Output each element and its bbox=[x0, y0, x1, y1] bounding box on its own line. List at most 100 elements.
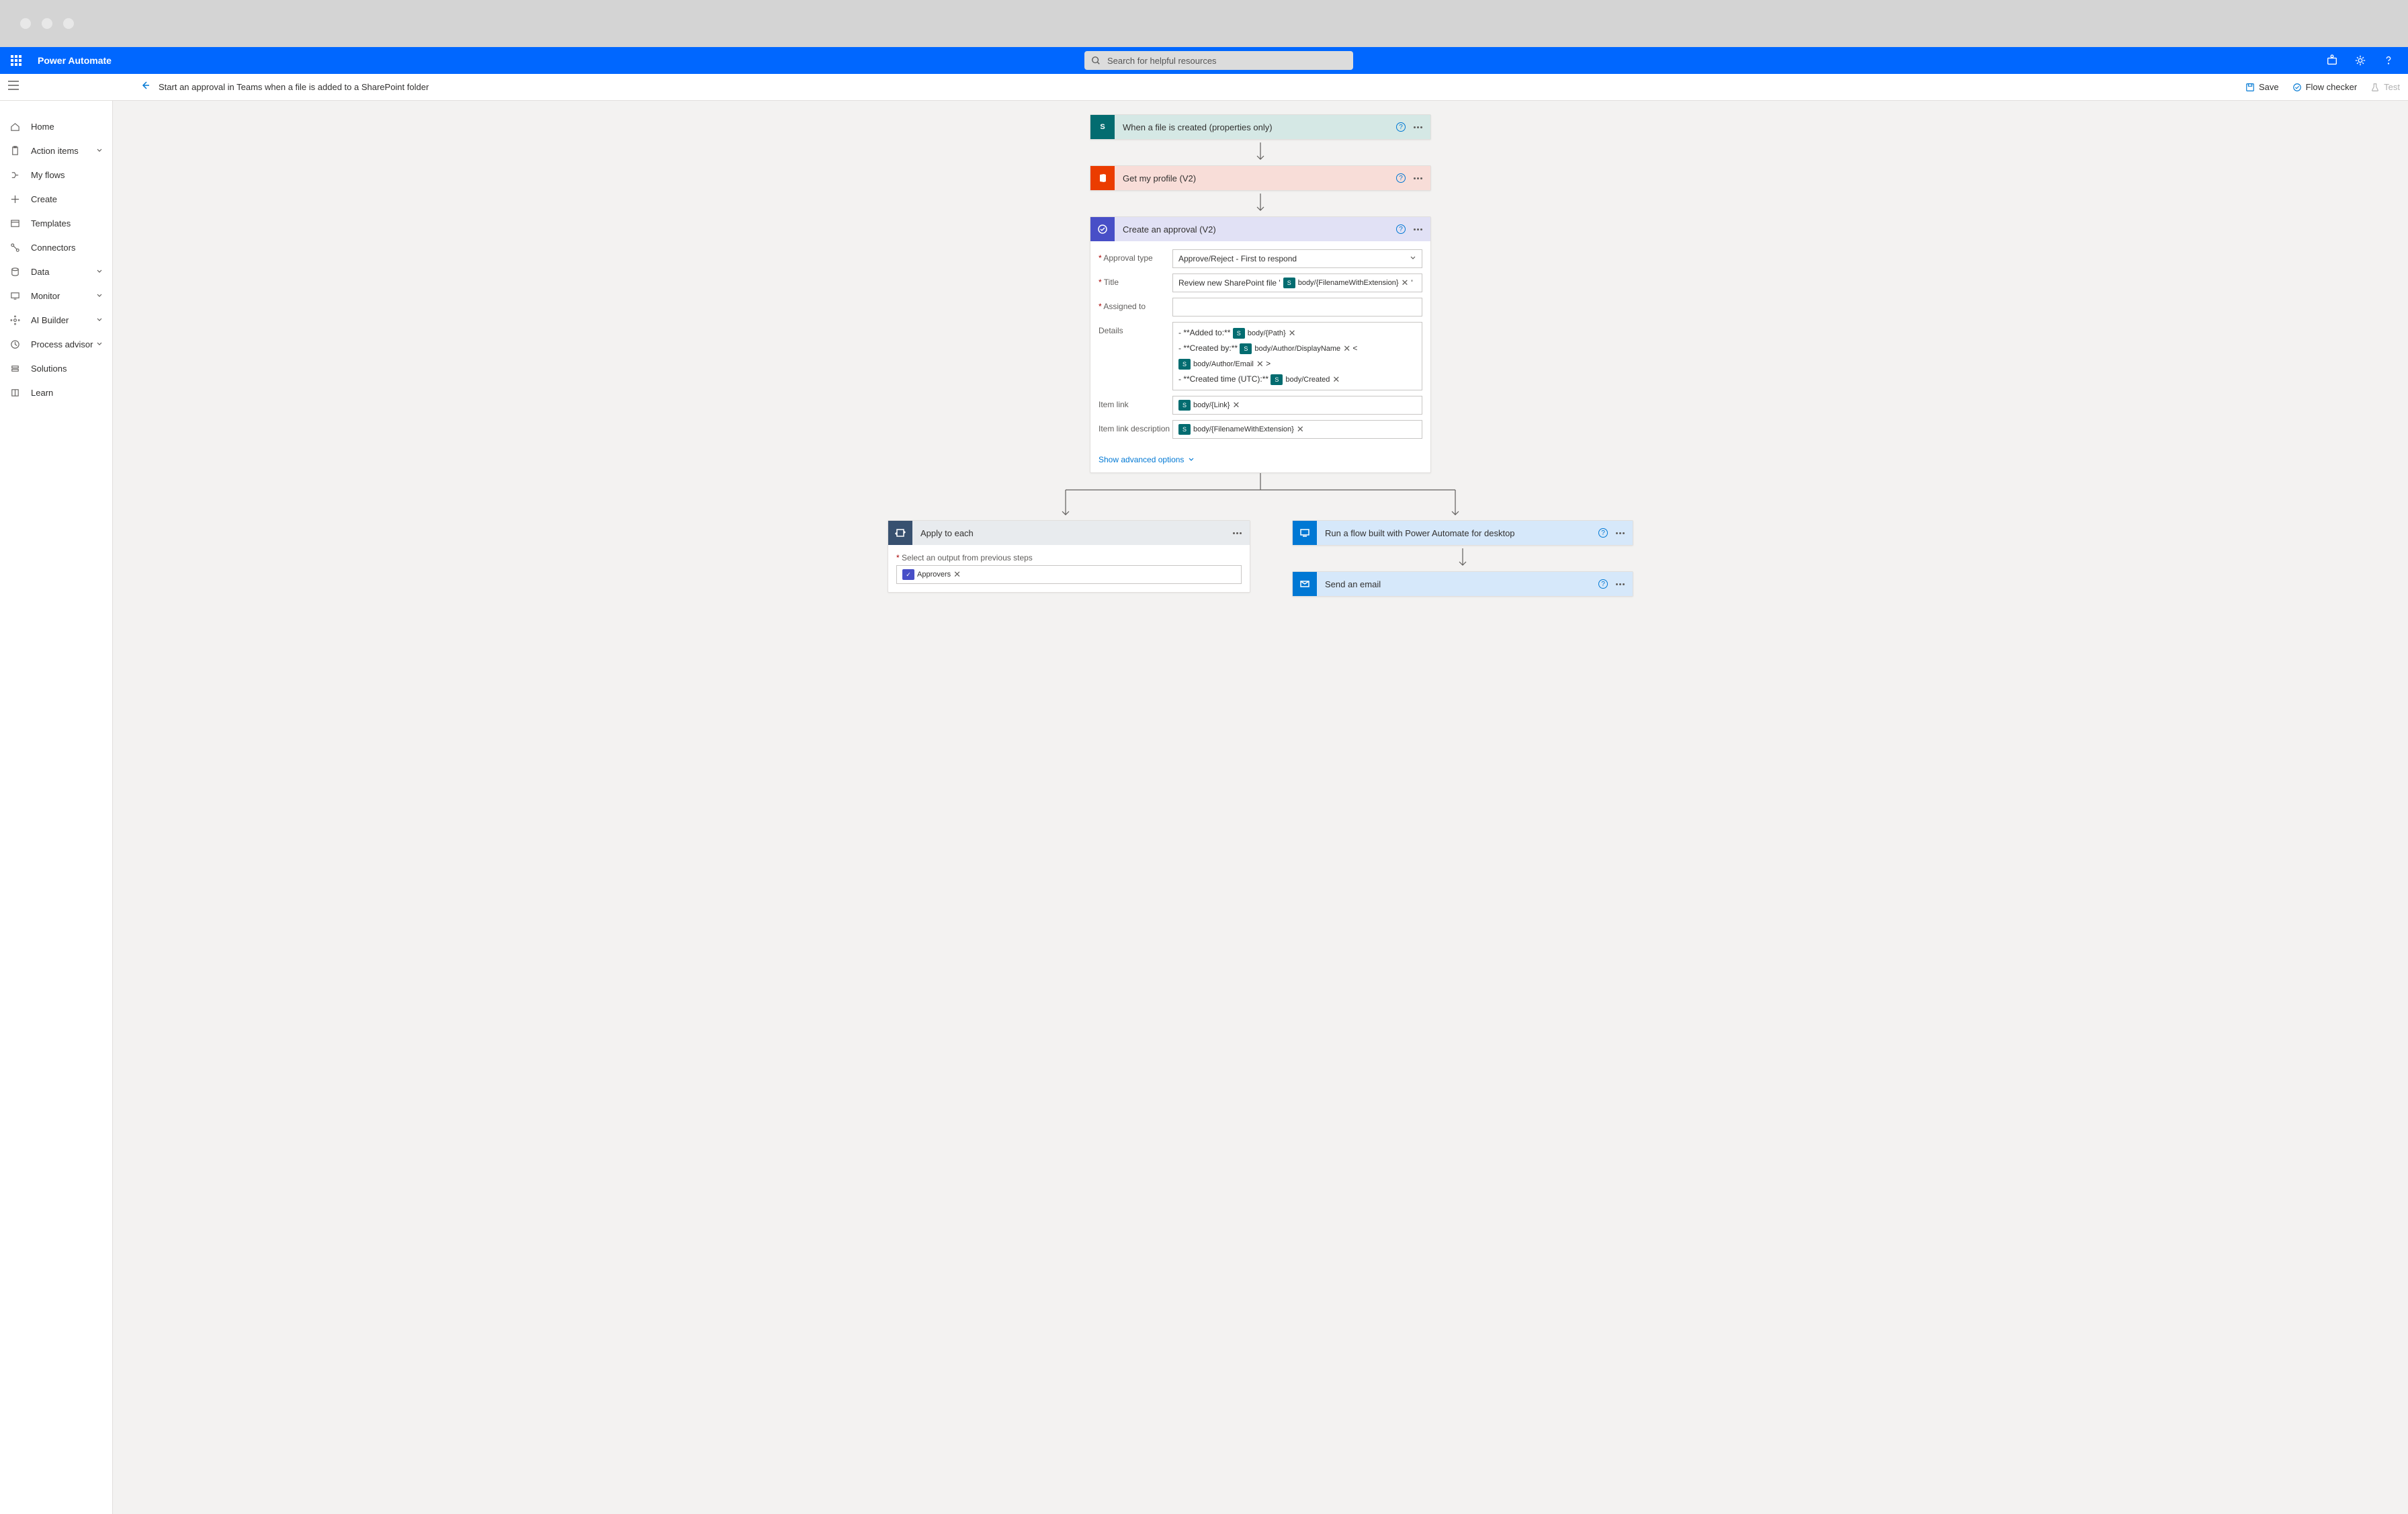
clipboard-icon bbox=[9, 145, 20, 156]
appbar-actions bbox=[2326, 54, 2395, 67]
sidebar-item-learn[interactable]: Learn bbox=[0, 380, 112, 405]
back-button[interactable] bbox=[140, 80, 150, 94]
window-control-dot[interactable] bbox=[63, 18, 74, 29]
data-icon bbox=[9, 266, 20, 277]
step-more-icon[interactable] bbox=[1414, 177, 1422, 179]
sharepoint-token-icon: S bbox=[1271, 374, 1283, 385]
item-link-input[interactable]: Sbody/{Link}✕ bbox=[1172, 396, 1422, 415]
app-bar: Power Automate Search for helpful resour… bbox=[0, 47, 2408, 74]
remove-token-icon[interactable]: ✕ bbox=[1297, 424, 1304, 435]
help-icon[interactable]: ? bbox=[1396, 173, 1406, 183]
sidebar-item-connectors[interactable]: Connectors bbox=[0, 235, 112, 259]
help-icon[interactable]: ? bbox=[1396, 224, 1406, 234]
item-link-desc-label: Item link description bbox=[1099, 420, 1172, 433]
step-more-icon[interactable] bbox=[1414, 228, 1422, 230]
remove-token-icon[interactable]: ✕ bbox=[1256, 357, 1264, 372]
step-more-icon[interactable] bbox=[1233, 532, 1242, 534]
title-label: * Title bbox=[1099, 274, 1172, 287]
command-bar: Start an approval in Teams when a file i… bbox=[0, 74, 2408, 101]
approval-icon bbox=[1090, 217, 1115, 241]
window-control-dot[interactable] bbox=[42, 18, 52, 29]
sidebar-item-templates[interactable]: Templates bbox=[0, 211, 112, 235]
settings-icon[interactable] bbox=[2354, 54, 2366, 67]
help-icon[interactable]: ? bbox=[1598, 579, 1608, 589]
office-icon bbox=[1090, 166, 1115, 190]
connector-arrow bbox=[1254, 142, 1267, 163]
assigned-to-input[interactable] bbox=[1172, 298, 1422, 317]
sidebar-item-my-flows[interactable]: My flows bbox=[0, 163, 112, 187]
item-link-desc-input[interactable]: Sbody/{FilenameWithExtension}✕ bbox=[1172, 420, 1422, 439]
home-icon bbox=[9, 121, 20, 132]
help-icon[interactable]: ? bbox=[1396, 122, 1406, 132]
item-link-label: Item link bbox=[1099, 396, 1172, 409]
remove-token-icon[interactable]: ✕ bbox=[1332, 372, 1340, 387]
sidebar-item-ai-builder[interactable]: AI Builder bbox=[0, 308, 112, 332]
step-send-email[interactable]: Send an email ? bbox=[1292, 571, 1633, 597]
sidebar-item-solutions[interactable]: Solutions bbox=[0, 356, 112, 380]
remove-token-icon[interactable]: ✕ bbox=[953, 569, 961, 580]
sharepoint-token-icon: S bbox=[1178, 400, 1191, 411]
approval-type-select[interactable]: Approve/Reject - First to respond bbox=[1172, 249, 1422, 268]
sidebar-item-data[interactable]: Data bbox=[0, 259, 112, 284]
remove-token-icon[interactable]: ✕ bbox=[1402, 278, 1409, 288]
sidebar-item-action-items[interactable]: Action items bbox=[0, 138, 112, 163]
show-advanced-options[interactable]: Show advanced options bbox=[1099, 455, 1195, 464]
book-icon bbox=[9, 387, 20, 398]
desktop-flow-icon bbox=[1293, 521, 1317, 545]
chevron-down-icon bbox=[1410, 254, 1416, 263]
solutions-icon bbox=[9, 363, 20, 374]
environment-icon[interactable] bbox=[2326, 54, 2338, 67]
connector-arrow bbox=[1254, 194, 1267, 214]
assigned-to-label: * Assigned to bbox=[1099, 298, 1172, 311]
step-more-icon[interactable] bbox=[1616, 583, 1625, 585]
sidebar-item-process-advisor[interactable]: Process advisor bbox=[0, 332, 112, 356]
app-name: Power Automate bbox=[38, 55, 112, 66]
apply-select-input[interactable]: ✓Approvers✕ bbox=[896, 565, 1242, 584]
step-more-icon[interactable] bbox=[1616, 532, 1625, 534]
outlook-icon bbox=[1293, 572, 1317, 596]
chevron-down-icon bbox=[96, 315, 103, 325]
flow-canvas: S When a file is created (properties onl… bbox=[113, 101, 2408, 1514]
step-apply-to-each[interactable]: Apply to each * Select an output from pr… bbox=[888, 520, 1250, 593]
step-create-approval[interactable]: Create an approval (V2) ? * Approval typ… bbox=[1090, 216, 1431, 473]
search-placeholder: Search for helpful resources bbox=[1107, 56, 1217, 66]
save-icon bbox=[2245, 83, 2255, 92]
search-box[interactable]: Search for helpful resources bbox=[1084, 51, 1353, 70]
branch-container: Apply to each * Select an output from pr… bbox=[888, 473, 1633, 597]
sidebar-item-monitor[interactable]: Monitor bbox=[0, 284, 112, 308]
loop-icon bbox=[888, 521, 912, 545]
sidebar-item-create[interactable]: Create bbox=[0, 187, 112, 211]
ai-icon bbox=[9, 314, 20, 325]
step-more-icon[interactable] bbox=[1414, 126, 1422, 128]
chevron-down-icon bbox=[96, 339, 103, 349]
browser-titlebar bbox=[0, 0, 2408, 47]
remove-token-icon[interactable]: ✕ bbox=[1232, 400, 1240, 411]
apply-select-label: * Select an output from previous steps bbox=[896, 553, 1242, 562]
step-trigger[interactable]: S When a file is created (properties onl… bbox=[1090, 114, 1431, 140]
window-control-dot[interactable] bbox=[20, 18, 31, 29]
test-icon bbox=[2370, 83, 2380, 92]
test-button[interactable]: Test bbox=[2370, 82, 2400, 92]
monitor-icon bbox=[9, 290, 20, 301]
plus-icon bbox=[9, 194, 20, 204]
sidebar-item-home[interactable]: Home bbox=[0, 114, 112, 138]
help-icon[interactable]: ? bbox=[1598, 528, 1608, 538]
step-get-profile[interactable]: Get my profile (V2) ? bbox=[1090, 165, 1431, 191]
app-launcher-icon[interactable] bbox=[11, 55, 24, 66]
remove-token-icon[interactable]: ✕ bbox=[1289, 326, 1296, 341]
chevron-down-icon bbox=[96, 146, 103, 156]
step-pad-flow[interactable]: Run a flow built with Power Automate for… bbox=[1292, 520, 1633, 546]
remove-token-icon[interactable]: ✕ bbox=[1343, 341, 1350, 356]
sidebar: Home Action items My flows Create Templa… bbox=[0, 101, 113, 1514]
process-icon bbox=[9, 339, 20, 349]
help-icon[interactable] bbox=[2382, 54, 2395, 67]
sharepoint-token-icon: S bbox=[1178, 424, 1191, 435]
title-input[interactable]: Review new SharePoint file ' Sbody/{File… bbox=[1172, 274, 1422, 292]
sharepoint-token-icon: S bbox=[1283, 278, 1295, 288]
hamburger-icon[interactable] bbox=[8, 81, 19, 93]
flow-checker-button[interactable]: Flow checker bbox=[2292, 82, 2358, 92]
details-input[interactable]: - **Added to:** Sbody/{Path}✕ - **Create… bbox=[1172, 322, 1422, 390]
save-button[interactable]: Save bbox=[2245, 82, 2279, 92]
chevron-down-icon bbox=[96, 267, 103, 277]
flow-title: Start an approval in Teams when a file i… bbox=[159, 82, 429, 92]
